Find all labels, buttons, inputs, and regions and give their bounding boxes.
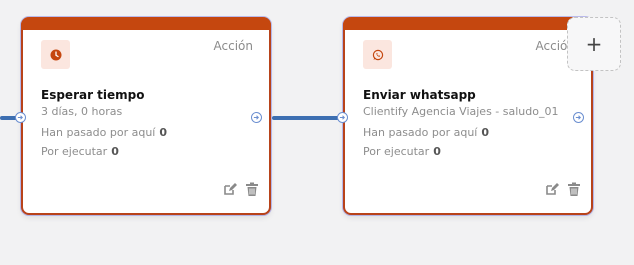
plus-icon: + [585,32,603,56]
clock-icon [50,49,61,60]
node-header-bar [343,17,593,30]
arrow-right-icon [17,115,23,120]
trash-icon[interactable] [245,182,259,196]
output-handle[interactable] [251,112,262,123]
input-handle[interactable] [15,112,26,123]
arrow-right-icon [339,115,345,120]
stat-pending-label: Por ejecutar [363,145,430,158]
node-header-bar [21,17,271,30]
node-type-label: Acción [213,39,253,53]
arrow-right-icon [253,115,259,120]
stat-pending-count: 0 [111,145,119,158]
stat-pending-label: Por ejecutar [41,145,108,158]
output-handle[interactable] [573,112,584,123]
stat-passed-count: 0 [159,126,168,139]
node-title: Esperar tiempo [41,88,145,102]
node-title: Enviar whatsapp [363,88,476,102]
arrow-right-icon [575,115,581,120]
edit-icon[interactable] [223,182,237,196]
whatsapp-icon [372,49,383,60]
node-subtitle: 3 días, 0 horas [41,105,123,118]
add-node-button[interactable]: + [567,17,621,71]
stat-passed: Han pasado por aquí 0 [41,126,167,139]
flow-node-send-whatsapp[interactable]: Acción Enviar whatsapp Clientify Agencia… [343,17,593,215]
connector-line-between-nodes [272,116,342,120]
stat-passed-label: Han pasado por aquí [363,126,478,139]
node-type-badge [41,40,70,69]
stat-pending: Por ejecutar 0 [363,145,441,158]
input-handle[interactable] [337,112,348,123]
flow-node-wait-time[interactable]: Acción Esperar tiempo 3 días, 0 horas Ha… [21,17,271,215]
stat-pending: Por ejecutar 0 [41,145,119,158]
stat-passed-count: 0 [481,126,490,139]
stat-pending-count: 0 [433,145,441,158]
node-subtitle: Clientify Agencia Viajes - saludo_01 [363,105,559,118]
stat-passed: Han pasado por aquí 0 [363,126,489,139]
trash-icon[interactable] [567,182,581,196]
stat-passed-label: Han pasado por aquí [41,126,156,139]
node-type-badge [363,40,392,69]
edit-icon[interactable] [545,182,559,196]
